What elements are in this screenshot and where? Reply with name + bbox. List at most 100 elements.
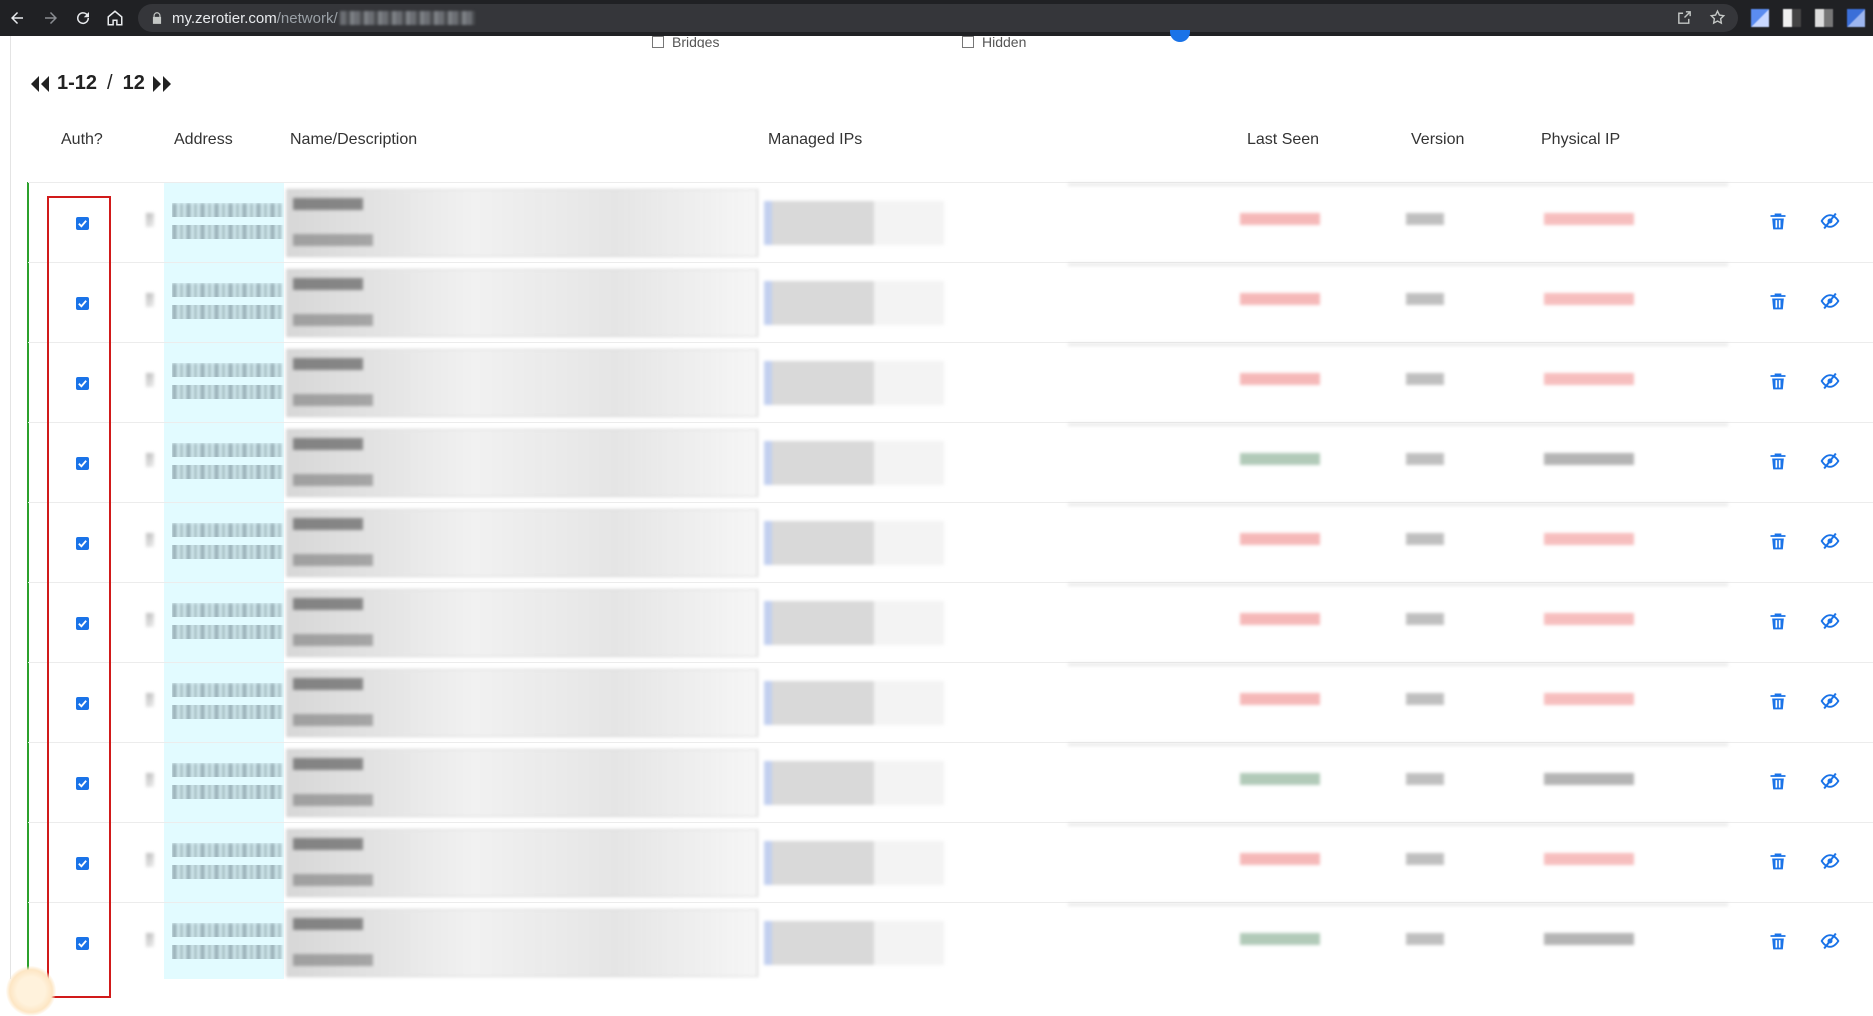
last-seen-redacted	[1240, 373, 1320, 385]
auth-column-highlight-box	[47, 196, 111, 998]
name-description-field-redacted[interactable]	[286, 589, 758, 657]
delete-member-button[interactable]	[1768, 371, 1788, 391]
hide-member-button[interactable]	[1820, 931, 1840, 951]
version-redacted	[1406, 693, 1444, 705]
delete-member-button[interactable]	[1768, 611, 1788, 631]
managed-ips-redacted[interactable]	[764, 361, 944, 405]
extension-icon[interactable]	[1783, 9, 1801, 27]
page-range: 1-12	[57, 72, 98, 94]
star-icon[interactable]	[1709, 9, 1726, 26]
managed-ips-redacted[interactable]	[764, 521, 944, 565]
address-redacted	[172, 603, 284, 643]
managed-ips-redacted[interactable]	[764, 281, 944, 325]
address-redacted	[172, 363, 284, 403]
back-button[interactable]	[2, 0, 32, 36]
name-description-field-redacted[interactable]	[286, 509, 758, 577]
floating-widget[interactable]	[6, 966, 56, 1016]
column-header-name[interactable]: Name/Description	[290, 131, 417, 149]
address-redacted	[172, 923, 284, 963]
arrow-left-icon	[11, 12, 23, 24]
column-header-physical-ip[interactable]: Physical IP	[1541, 131, 1620, 149]
eye-slash-icon	[1820, 612, 1840, 630]
delete-member-button[interactable]	[1768, 691, 1788, 711]
name-description-field-redacted[interactable]	[286, 829, 758, 897]
trash-icon	[1770, 213, 1786, 230]
url-path: /network/	[276, 9, 338, 27]
delete-member-button[interactable]	[1768, 451, 1788, 471]
table-row	[28, 262, 1873, 343]
column-header-address[interactable]: Address	[174, 131, 233, 149]
managed-ips-redacted[interactable]	[764, 201, 944, 245]
eye-slash-icon	[1820, 532, 1840, 550]
toggle-indicator[interactable]	[1170, 30, 1190, 42]
extension-icon[interactable]	[1751, 9, 1769, 27]
managed-ips-redacted[interactable]	[764, 601, 944, 645]
physical-ip-redacted	[1544, 613, 1634, 625]
delete-member-button[interactable]	[1768, 531, 1788, 551]
double-chevron-left-icon[interactable]	[29, 74, 51, 94]
expand-toggle[interactable]	[146, 693, 154, 707]
hide-member-button[interactable]	[1820, 291, 1840, 311]
expand-toggle[interactable]	[146, 773, 154, 787]
expand-toggle[interactable]	[146, 453, 154, 467]
extension-icon[interactable]	[1815, 9, 1833, 27]
expand-toggle[interactable]	[146, 373, 154, 387]
bridges-filter[interactable]: Bridges	[652, 34, 719, 48]
name-description-field-redacted[interactable]	[286, 349, 758, 417]
trash-icon	[1770, 933, 1786, 950]
page-total: 12	[122, 72, 145, 94]
column-header-auth[interactable]: Auth?	[61, 131, 103, 149]
physical-ip-redacted	[1544, 373, 1634, 385]
trash-icon	[1770, 293, 1786, 310]
expand-toggle[interactable]	[146, 213, 154, 227]
share-icon[interactable]	[1676, 9, 1693, 26]
expand-toggle[interactable]	[146, 933, 154, 947]
address-bar[interactable]: my.zerotier.com/network/	[138, 4, 1738, 32]
last-seen-redacted	[1240, 853, 1320, 865]
name-description-field-redacted[interactable]	[286, 269, 758, 337]
expand-toggle[interactable]	[146, 293, 154, 307]
managed-ips-redacted[interactable]	[764, 441, 944, 485]
table-row	[28, 662, 1873, 743]
name-description-field-redacted[interactable]	[286, 669, 758, 737]
home-button[interactable]	[100, 0, 130, 36]
column-header-last-seen[interactable]: Last Seen	[1247, 131, 1319, 149]
hide-member-button[interactable]	[1820, 211, 1840, 231]
version-redacted	[1406, 613, 1444, 625]
expand-toggle[interactable]	[146, 853, 154, 867]
hidden-filter-label: Hidden	[982, 34, 1027, 48]
hide-member-button[interactable]	[1820, 531, 1840, 551]
physical-ip-redacted	[1544, 773, 1634, 785]
hide-member-button[interactable]	[1820, 691, 1840, 711]
delete-member-button[interactable]	[1768, 931, 1788, 951]
name-description-field-redacted[interactable]	[286, 189, 758, 257]
forward-button[interactable]	[36, 0, 66, 36]
address-redacted	[172, 203, 284, 243]
name-description-field-redacted[interactable]	[286, 749, 758, 817]
delete-member-button[interactable]	[1768, 771, 1788, 791]
column-header-version[interactable]: Version	[1411, 131, 1464, 149]
hide-member-button[interactable]	[1820, 771, 1840, 791]
hide-member-button[interactable]	[1820, 611, 1840, 631]
eye-slash-icon	[1820, 692, 1840, 710]
expand-toggle[interactable]	[146, 613, 154, 627]
managed-ips-redacted[interactable]	[764, 681, 944, 725]
hide-member-button[interactable]	[1820, 851, 1840, 871]
name-description-field-redacted[interactable]	[286, 909, 758, 977]
reload-button[interactable]	[68, 0, 98, 36]
column-header-managed-ips[interactable]: Managed IPs	[768, 131, 862, 149]
hide-member-button[interactable]	[1820, 451, 1840, 471]
managed-ips-redacted[interactable]	[764, 921, 944, 965]
name-description-field-redacted[interactable]	[286, 429, 758, 497]
expand-toggle[interactable]	[146, 533, 154, 547]
double-chevron-right-icon[interactable]	[151, 74, 173, 94]
delete-member-button[interactable]	[1768, 851, 1788, 871]
delete-member-button[interactable]	[1768, 211, 1788, 231]
managed-ips-redacted[interactable]	[764, 841, 944, 885]
managed-ips-redacted[interactable]	[764, 761, 944, 805]
extension-icon[interactable]	[1847, 9, 1865, 27]
hide-member-button[interactable]	[1820, 371, 1840, 391]
eye-slash-icon	[1820, 292, 1840, 310]
hidden-filter[interactable]: Hidden	[962, 34, 1026, 48]
delete-member-button[interactable]	[1768, 291, 1788, 311]
